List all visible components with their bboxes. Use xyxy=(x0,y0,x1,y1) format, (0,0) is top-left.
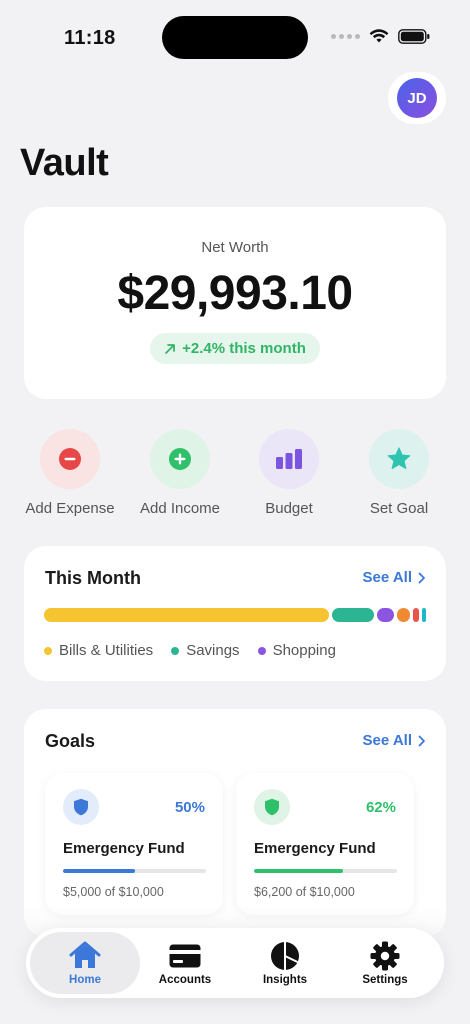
credit-card-icon xyxy=(169,944,201,968)
battery-icon xyxy=(398,29,430,44)
goal-icon-circle xyxy=(63,789,99,825)
legend-dot xyxy=(44,646,52,655)
plus-circle-icon xyxy=(169,448,191,470)
this-month-title: This Month xyxy=(45,568,141,588)
status-indicators xyxy=(331,29,430,44)
cellular-signal-icon xyxy=(331,34,360,39)
legend-item-savings: Savings xyxy=(171,642,240,659)
see-all-label: See All xyxy=(362,732,412,749)
see-all-label: See All xyxy=(362,569,412,586)
legend-item-shopping: Shopping xyxy=(257,642,336,659)
legend-item-bills: Bills & Utilities xyxy=(44,642,153,659)
add-expense-label: Add Expense xyxy=(25,500,115,517)
add-income-label: Add Income xyxy=(139,500,221,517)
goal-name: Emergency Fund xyxy=(254,840,376,857)
add-income-button[interactable]: Add Income xyxy=(125,429,235,517)
tab-label: Insights xyxy=(262,974,308,986)
gear-icon xyxy=(370,941,400,971)
tab-settings[interactable]: Settings xyxy=(330,932,440,994)
goal-card[interactable]: 50% Emergency Fund $5,000 of $10,000 xyxy=(45,773,223,915)
this-month-card: This Month See All Bills & Utilities Sav… xyxy=(24,546,446,681)
add-income-icon-circle xyxy=(150,429,210,489)
spending-segment xyxy=(413,608,420,622)
shield-icon xyxy=(74,798,88,816)
spending-segment xyxy=(44,608,330,622)
wifi-icon xyxy=(369,29,389,43)
goal-name: Emergency Fund xyxy=(63,840,185,857)
tab-accounts[interactable]: Accounts xyxy=(130,932,240,994)
spending-legend: Bills & Utilities Savings Shopping xyxy=(44,642,336,659)
set-goal-icon-circle xyxy=(369,429,429,489)
star-icon xyxy=(387,447,411,470)
net-worth-value: $29,993.10 xyxy=(117,267,353,320)
shield-icon xyxy=(265,798,279,816)
spending-breakdown-bar xyxy=(44,608,426,622)
quick-actions: Add Expense Add Income Budget Set Goal xyxy=(0,429,470,529)
goals-see-all-link[interactable]: See All xyxy=(363,732,426,749)
net-worth-label: Net Worth xyxy=(201,239,269,256)
add-expense-button[interactable]: Add Expense xyxy=(15,429,125,517)
net-worth-card[interactable]: Net Worth $29,993.10 +2.4% this month xyxy=(24,207,446,399)
profile-button[interactable]: JD xyxy=(388,72,446,124)
chevron-right-icon xyxy=(418,735,425,746)
goal-percent: 50% xyxy=(174,799,205,816)
goal-progress-track xyxy=(254,869,397,873)
goal-icon-circle xyxy=(254,789,290,825)
add-expense-icon-circle xyxy=(40,429,100,489)
budget-icon-circle xyxy=(259,429,319,489)
tab-insights[interactable]: Insights xyxy=(230,932,340,994)
pie-chart-icon xyxy=(271,942,299,970)
spending-segment xyxy=(397,608,411,622)
goal-percent: 62% xyxy=(365,799,396,816)
tab-home[interactable]: Home xyxy=(30,932,140,994)
tab-label: Accounts xyxy=(158,974,212,986)
spending-segment xyxy=(377,608,395,622)
legend-label: Savings xyxy=(186,642,240,659)
goal-amount: $5,000 of $10,000 xyxy=(63,885,164,899)
goals-card: Goals See All 50% Emergency Fund $5,000 … xyxy=(24,709,446,937)
status-bar: 11:18 xyxy=(0,0,470,76)
goal-amount: $6,200 of $10,000 xyxy=(254,885,355,899)
tab-bar: Home Accounts Insights Settings xyxy=(26,928,444,998)
minus-circle-icon xyxy=(59,448,81,470)
goal-progress-track xyxy=(63,869,206,873)
page-title: Vault xyxy=(20,142,109,184)
budget-label: Budget xyxy=(265,500,313,517)
net-worth-change-badge: +2.4% this month xyxy=(150,333,320,364)
tab-label: Settings xyxy=(362,974,408,986)
dynamic-island xyxy=(162,16,308,59)
spending-segment xyxy=(332,608,375,622)
goals-title: Goals xyxy=(45,731,96,751)
goal-progress-fill xyxy=(254,869,343,873)
set-goal-button[interactable]: Set Goal xyxy=(344,429,454,517)
this-month-see-all-link[interactable]: See All xyxy=(363,569,426,586)
chevron-right-icon xyxy=(418,572,425,583)
avatar: JD xyxy=(397,78,437,118)
legend-label: Bills & Utilities xyxy=(59,642,154,659)
net-worth-change-text: +2.4% this month xyxy=(182,340,306,357)
legend-label: Shopping xyxy=(272,642,336,659)
goal-progress-fill xyxy=(63,869,135,873)
status-time: 11:18 xyxy=(64,27,116,49)
legend-dot xyxy=(257,646,266,655)
home-icon xyxy=(69,941,101,968)
arrow-up-right-icon xyxy=(165,343,175,354)
legend-dot xyxy=(171,646,180,655)
goal-card[interactable]: 62% Emergency Fund $6,200 of $10,000 xyxy=(236,773,414,915)
bar-chart-icon xyxy=(276,449,302,469)
set-goal-label: Set Goal xyxy=(369,500,429,517)
budget-button[interactable]: Budget xyxy=(234,429,344,517)
spending-segment xyxy=(422,608,426,622)
tab-label: Home xyxy=(69,974,101,986)
